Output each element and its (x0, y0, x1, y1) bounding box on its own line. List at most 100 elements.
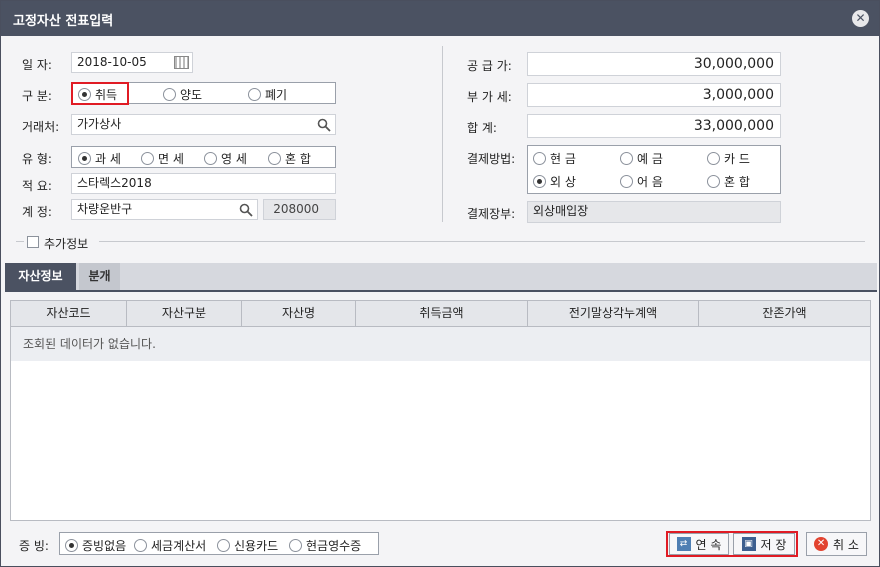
radio-label: 현금영수증 (306, 539, 362, 553)
radio-dot (204, 152, 217, 165)
radio-dot (248, 88, 261, 101)
radio-credit[interactable]: 외 상 (533, 173, 576, 190)
tab-bar: 자산정보 분개 (5, 263, 877, 292)
radio-dot (620, 152, 633, 165)
column-header[interactable]: 전기말상각누계액 (528, 301, 699, 326)
vendor-label: 거래처: (22, 120, 60, 134)
radio-zero-rated[interactable]: 영 세 (204, 150, 247, 167)
account-code: 208000 (263, 199, 336, 220)
account-field[interactable]: 차량운반구 (71, 199, 258, 220)
cancel-label: 취 소 (833, 537, 859, 552)
cancel-button[interactable]: ✕ 취 소 (806, 532, 867, 556)
radio-dot (533, 175, 546, 188)
vat-label: 부 가 세: (467, 90, 512, 104)
vendor-value: 가가상사 (77, 117, 122, 131)
radio-mixed[interactable]: 혼 합 (268, 150, 311, 167)
radio-taxable[interactable]: 과 세 (78, 150, 121, 167)
memo-field[interactable]: 스타렉스2018 (71, 173, 336, 194)
radio-cash[interactable]: 현 금 (533, 150, 576, 167)
divider (99, 241, 865, 242)
radio-label: 면 세 (158, 152, 184, 166)
radio-label: 세금계산서 (151, 539, 207, 553)
radio-mixed-payment[interactable]: 혼 합 (707, 173, 750, 190)
radio-label: 예 금 (637, 152, 663, 166)
radio-dot (141, 152, 154, 165)
radio-transfer[interactable]: 양도 (163, 86, 202, 103)
tab-journal[interactable]: 분개 (79, 263, 120, 290)
radio-label: 외 상 (550, 175, 576, 189)
extra-info-label: 추가정보 (44, 237, 89, 251)
column-divider (442, 46, 443, 222)
ledger-field: 외상매입장 (527, 201, 781, 223)
radio-deposit[interactable]: 예 금 (620, 150, 663, 167)
grid-empty-message: 조회된 데이터가 없습니다. (11, 327, 870, 361)
radio-label: 현 금 (550, 152, 576, 166)
close-icon[interactable]: ✕ (852, 10, 869, 27)
save-button[interactable]: ▣ 저 장 (733, 533, 795, 555)
vat-amount-field[interactable]: 3,000,000 (527, 83, 781, 107)
radio-dot (65, 539, 78, 552)
column-header[interactable]: 잔존가액 (699, 301, 870, 326)
column-header[interactable]: 자산코드 (11, 301, 127, 326)
radio-credit-card[interactable]: 신용카드 (217, 537, 278, 554)
radio-dot (289, 539, 302, 552)
account-value: 차량운반구 (77, 202, 133, 216)
radio-bill[interactable]: 어 음 (620, 173, 663, 190)
radio-label: 양도 (180, 88, 203, 102)
continue-icon: ⇄ (676, 537, 691, 551)
radio-tax-invoice[interactable]: 세금계산서 (134, 537, 206, 554)
radio-label: 증빙없음 (82, 539, 127, 553)
cancel-icon: ✕ (814, 537, 829, 551)
save-label: 저 장 (760, 537, 787, 552)
search-icon[interactable] (239, 203, 253, 217)
ledger-label: 결제장부: (467, 207, 516, 221)
payment-radio-group: 현 금 예 금 카 드 외 상 어 음 혼 합 (527, 145, 781, 194)
radio-dot (163, 88, 176, 101)
memo-value: 스타렉스2018 (77, 176, 152, 190)
proof-label: 증 빙: (19, 539, 49, 553)
radio-label: 영 세 (221, 152, 247, 166)
radio-dot (134, 539, 147, 552)
continue-button[interactable]: ⇄ 연 속 (669, 533, 729, 555)
radio-label: 혼 합 (285, 152, 311, 166)
vendor-field[interactable]: 가가상사 (71, 114, 336, 135)
asset-grid: 자산코드 자산구분 자산명 취득금액 전기말상각누계액 잔존가액 조회된 데이터… (10, 300, 871, 521)
radio-label: 과 세 (95, 152, 121, 166)
title-bar: 고정자산 전표입력 ✕ (1, 1, 879, 36)
radio-dispose[interactable]: 폐기 (248, 86, 287, 103)
radio-no-proof[interactable]: 증빙없음 (65, 537, 126, 554)
extra-info-checkbox[interactable] (27, 236, 39, 248)
proof-radio-group: 증빙없음 세금계산서 신용카드 현금영수증 (59, 532, 379, 555)
date-field[interactable]: 2018-10-05 (71, 52, 193, 73)
column-header[interactable]: 자산명 (242, 301, 356, 326)
selection-highlight (71, 82, 129, 105)
supply-amount-field[interactable]: 30,000,000 (527, 52, 781, 76)
radio-dot (217, 539, 230, 552)
total-amount-field[interactable]: 33,000,000 (527, 114, 781, 138)
dialog-window: 고정자산 전표입력 ✕ 일 자: 2018-10-05 구 분: 취득 양도 폐… (0, 0, 880, 567)
date-label: 일 자: (22, 58, 52, 72)
radio-label: 카 드 (724, 152, 750, 166)
kind-label: 유 형: (22, 152, 52, 166)
radio-dot (268, 152, 281, 165)
radio-cash-receipt[interactable]: 현금영수증 (289, 537, 361, 554)
column-header[interactable]: 취득금액 (356, 301, 528, 326)
save-icon: ▣ (741, 537, 756, 551)
date-value: 2018-10-05 (77, 55, 147, 69)
tab-asset-info[interactable]: 자산정보 (5, 263, 76, 290)
radio-exempt[interactable]: 면 세 (141, 150, 184, 167)
radio-label: 신용카드 (234, 539, 279, 553)
window-title: 고정자산 전표입력 (13, 14, 114, 29)
radio-dot (620, 175, 633, 188)
divider (16, 241, 24, 242)
kind-radio-group: 과 세 면 세 영 세 혼 합 (71, 146, 336, 168)
radio-dot (78, 152, 91, 165)
account-label: 계 정: (22, 205, 52, 219)
search-icon[interactable] (317, 118, 331, 132)
calendar-icon[interactable] (174, 56, 189, 69)
column-header[interactable]: 자산구분 (127, 301, 242, 326)
radio-card[interactable]: 카 드 (707, 150, 750, 167)
memo-label: 적 요: (22, 179, 52, 193)
grid-header: 자산코드 자산구분 자산명 취득금액 전기말상각누계액 잔존가액 (11, 301, 870, 327)
radio-label: 폐기 (265, 88, 288, 102)
